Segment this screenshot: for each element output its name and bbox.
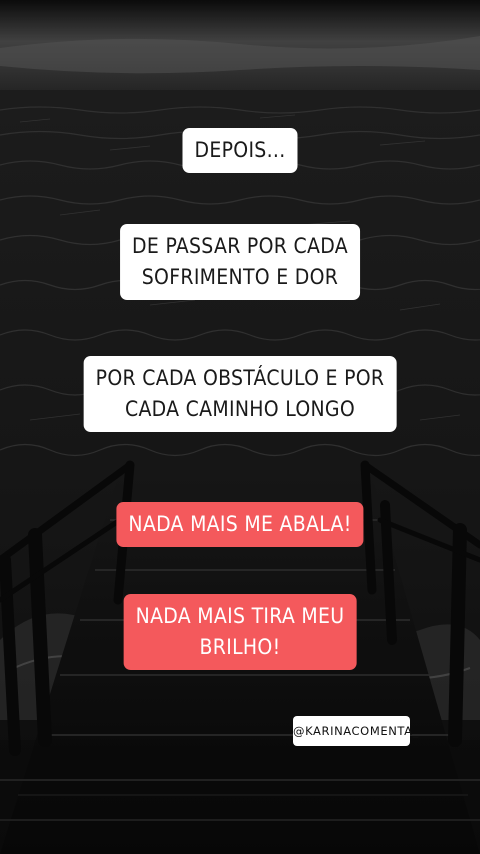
caption-line: BRILHO! — [199, 635, 281, 659]
story-frame: DEPOIS... DE PASSAR POR CADA SOFRIMENTO … — [0, 0, 480, 854]
caption-depois: DEPOIS... — [182, 128, 298, 173]
caption-line: NADA MAIS ME ABALA! — [128, 512, 352, 536]
caption-passar: DE PASSAR POR CADA SOFRIMENTO E DOR — [120, 224, 360, 300]
mention-sticker[interactable]: @KARINACOMENTA_ — [293, 716, 418, 746]
caption-brilho: NADA MAIS TIRA MEU BRILHO! — [123, 594, 357, 670]
caption-line: SOFRIMENTO E DOR — [141, 265, 339, 289]
caption-line: DEPOIS... — [194, 138, 286, 162]
caption-line: POR CADA OBSTÁCULO E POR — [95, 366, 385, 390]
caption-abala: NADA MAIS ME ABALA! — [116, 502, 364, 547]
caption-line: NADA MAIS TIRA MEU — [135, 604, 345, 628]
caption-line: CADA CAMINHO LONGO — [124, 397, 356, 421]
caption-obstaculo: POR CADA OBSTÁCULO E POR CADA CAMINHO LO… — [83, 356, 397, 432]
caption-line: DE PASSAR POR CADA — [132, 234, 348, 258]
